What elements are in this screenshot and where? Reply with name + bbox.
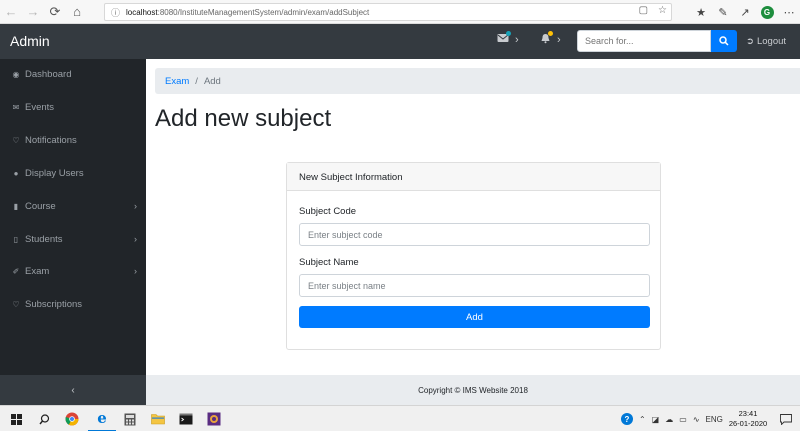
favorite-star-icon[interactable]: ☆ <box>658 5 667 16</box>
chevron-right-icon: › <box>134 234 137 244</box>
profile-avatar-icon[interactable]: G <box>756 5 778 19</box>
windows-taskbar: e ? ⌃ ◪ ☁ ▭ ∿ ENG 23:41 26-01-2020 <box>0 405 800 431</box>
envelope-icon: ✉ <box>12 102 20 112</box>
reading-view-icon[interactable]: ▢ <box>639 5 648 16</box>
brand-title[interactable]: Admin <box>10 33 50 49</box>
system-clock[interactable]: 23:41 26-01-2020 <box>728 409 768 429</box>
envelope-icon <box>497 31 511 46</box>
clock-time: 23:41 <box>738 409 758 418</box>
more-menu-icon[interactable]: ⋯ <box>778 6 800 19</box>
file-explorer-icon[interactable] <box>144 406 172 431</box>
chevron-right-icon: › <box>134 266 137 276</box>
calculator-icon[interactable] <box>116 406 144 431</box>
pencil-icon: ✐ <box>12 266 20 276</box>
bell-icon: ♡ <box>12 135 20 145</box>
sidebar-item-notifications[interactable]: ♡ Notifications <box>0 129 146 151</box>
address-bar[interactable]: ⓘ localhost:8080/InstituteManagementSyst… <box>104 3 672 21</box>
url-host: localhost <box>126 7 158 17</box>
alerts-dropdown[interactable]: › <box>540 31 561 47</box>
search-input[interactable] <box>577 30 711 52</box>
sidebar-item-label: Display Users <box>25 167 84 179</box>
home-icon[interactable]: ⌂ <box>66 0 88 24</box>
url-path: :8080/InstituteManagementSystem/admin/ex… <box>157 7 370 17</box>
chevron-left-icon: ‹ <box>71 384 75 396</box>
sidebar-item-label: Course <box>25 200 56 212</box>
app-icon[interactable] <box>200 406 228 431</box>
sidebar-item-events[interactable]: ✉ Events <box>0 96 146 118</box>
sign-out-icon: ➲ <box>746 36 754 47</box>
browser-toolbar: ← → ⟳ ⌂ ⓘ localhost:8080/InstituteManage… <box>0 0 800 24</box>
sidebar-item-course[interactable]: ▮ Course › <box>0 195 146 217</box>
footer: Copyright © IMS Website 2018 <box>146 375 800 405</box>
edge-browser-icon[interactable]: e <box>88 406 116 431</box>
sidebar-item-label: Events <box>25 101 55 113</box>
bell-icon: ♡ <box>12 299 20 309</box>
sidebar-item-label: Subscriptions <box>25 298 83 310</box>
user-icon: ● <box>13 168 19 178</box>
share-icon[interactable]: ↗ <box>734 6 756 19</box>
sidebar-item-label: Dashboard <box>25 68 72 80</box>
chevron-right-icon: › <box>134 201 137 211</box>
language-indicator[interactable]: ENG <box>706 415 723 424</box>
terminal-icon[interactable] <box>172 406 200 431</box>
add-button[interactable]: Add <box>299 306 650 328</box>
top-navbar: Admin › › ➲ Logout <box>0 24 800 59</box>
refresh-icon[interactable]: ⟳ <box>44 0 66 24</box>
breadcrumb-separator: / <box>195 75 198 87</box>
subject-code-label: Subject Code <box>299 206 357 217</box>
chrome-icon[interactable] <box>58 406 86 431</box>
subject-form-card: New Subject Information Subject Code Sub… <box>286 162 661 350</box>
sidebar: ◉ Dashboard ✉ Events ♡ Notifications ● D… <box>0 59 146 375</box>
chevron-right-icon: › <box>557 34 561 46</box>
sidebar-item-label: Students <box>25 233 63 245</box>
breadcrumb-exam-link[interactable]: Exam <box>165 76 189 87</box>
cloud-icon[interactable]: ☁ <box>665 415 673 424</box>
subject-name-input[interactable] <box>299 274 650 297</box>
windows-start-icon[interactable] <box>2 406 30 431</box>
card-header: New Subject Information <box>287 163 660 191</box>
messages-dropdown[interactable]: › <box>497 31 519 46</box>
info-icon[interactable]: ⓘ <box>111 6 120 19</box>
copyright-text: Copyright © IMS Website 2018 <box>418 385 528 395</box>
battery-icon[interactable]: ▭ <box>679 415 687 424</box>
sidebar-item-dashboard[interactable]: ◉ Dashboard <box>0 63 146 85</box>
search-button[interactable] <box>711 30 737 52</box>
logout-link[interactable]: ➲ Logout <box>746 36 786 47</box>
wifi-icon[interactable]: ∿ <box>693 415 700 424</box>
breadcrumb: Exam / Add <box>155 68 800 94</box>
page-title: Add new subject <box>155 105 332 132</box>
breadcrumb-current: Add <box>203 75 221 87</box>
favorites-list-icon[interactable]: ★ <box>690 6 712 19</box>
back-icon[interactable]: ← <box>0 0 22 24</box>
forward-icon[interactable]: → <box>22 0 44 24</box>
help-icon[interactable]: ? <box>621 413 633 425</box>
logout-label: Logout <box>756 36 787 47</box>
file-icon: ▯ <box>13 234 19 244</box>
sidebar-item-exam[interactable]: ✐ Exam › <box>0 260 146 282</box>
book-icon: ▮ <box>13 201 19 211</box>
search-icon <box>719 36 729 46</box>
sidebar-item-label: Notifications <box>25 134 77 146</box>
sidebar-item-label: Exam <box>25 265 50 277</box>
sidebar-item-students[interactable]: ▯ Students › <box>0 228 146 250</box>
subject-name-label: Subject Name <box>299 257 359 268</box>
search-icon[interactable] <box>30 406 58 431</box>
sidebar-item-subscriptions[interactable]: ♡ Subscriptions <box>0 293 146 315</box>
notification-center-icon[interactable] <box>772 406 800 431</box>
sidebar-item-display-users[interactable]: ● Display Users <box>0 162 146 184</box>
subject-code-input[interactable] <box>299 223 650 246</box>
pen-icon[interactable]: ✎ <box>712 6 734 19</box>
chevron-up-icon[interactable]: ⌃ <box>639 415 646 424</box>
dashboard-icon: ◉ <box>12 69 20 79</box>
chevron-right-icon: › <box>515 33 519 46</box>
network-icon[interactable]: ◪ <box>652 415 660 424</box>
sidebar-collapse-button[interactable]: ‹ <box>0 375 146 405</box>
bell-icon <box>540 31 553 47</box>
clock-date: 26-01-2020 <box>728 419 768 428</box>
